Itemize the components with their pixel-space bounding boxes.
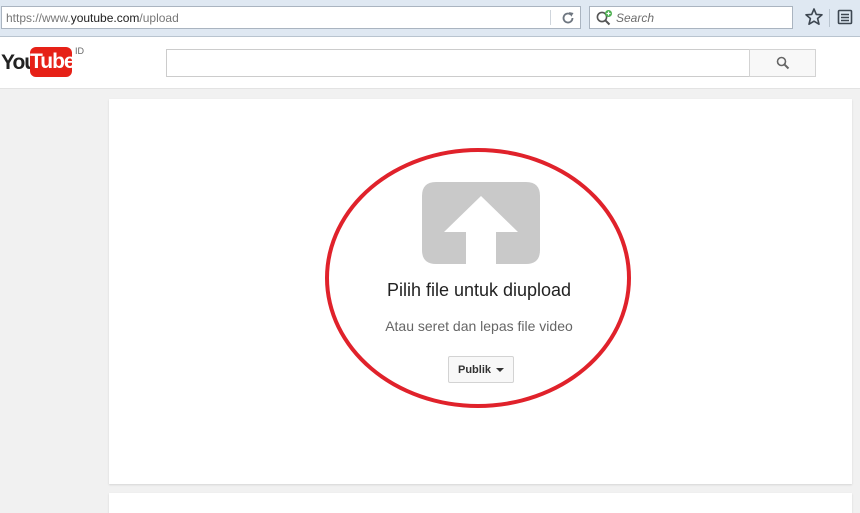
secondary-panel bbox=[109, 493, 852, 513]
privacy-dropdown-button[interactable]: Publik bbox=[448, 356, 514, 383]
youtube-search-button[interactable] bbox=[749, 49, 816, 77]
upload-arrow-icon[interactable] bbox=[422, 182, 540, 264]
toolbar-divider bbox=[829, 9, 830, 27]
caret-down-icon bbox=[496, 367, 504, 372]
browser-toolbar: https://www.youtube.com/upload Search bbox=[0, 0, 860, 37]
logo-tube-text: Tube bbox=[30, 47, 76, 77]
url-path: /upload bbox=[139, 11, 179, 25]
url-prefix: https://www. bbox=[6, 11, 71, 25]
privacy-label: Publik bbox=[457, 363, 491, 376]
upload-subtitle: Atau seret dan lepas file video bbox=[385, 318, 573, 334]
address-bar[interactable]: https://www.youtube.com/upload bbox=[1, 6, 581, 29]
reload-icon[interactable] bbox=[559, 9, 577, 27]
url-host: youtube.com bbox=[70, 11, 140, 25]
upload-title: Pilih file untuk diupload bbox=[386, 280, 572, 300]
search-icon bbox=[776, 56, 790, 70]
address-bar-divider bbox=[550, 10, 551, 25]
browser-search-box[interactable]: Search bbox=[589, 6, 793, 29]
search-engine-icon[interactable] bbox=[594, 9, 614, 27]
browser-search-placeholder[interactable]: Search bbox=[616, 11, 654, 25]
logo-country-code: ID bbox=[75, 46, 84, 56]
star-icon[interactable] bbox=[804, 7, 824, 27]
bookmarks-icon[interactable] bbox=[836, 8, 854, 26]
address-bar-url[interactable]: https://www.youtube.com/upload bbox=[6, 11, 179, 25]
youtube-search-input[interactable] bbox=[166, 49, 750, 77]
youtube-header: You Tube ID bbox=[0, 37, 860, 89]
